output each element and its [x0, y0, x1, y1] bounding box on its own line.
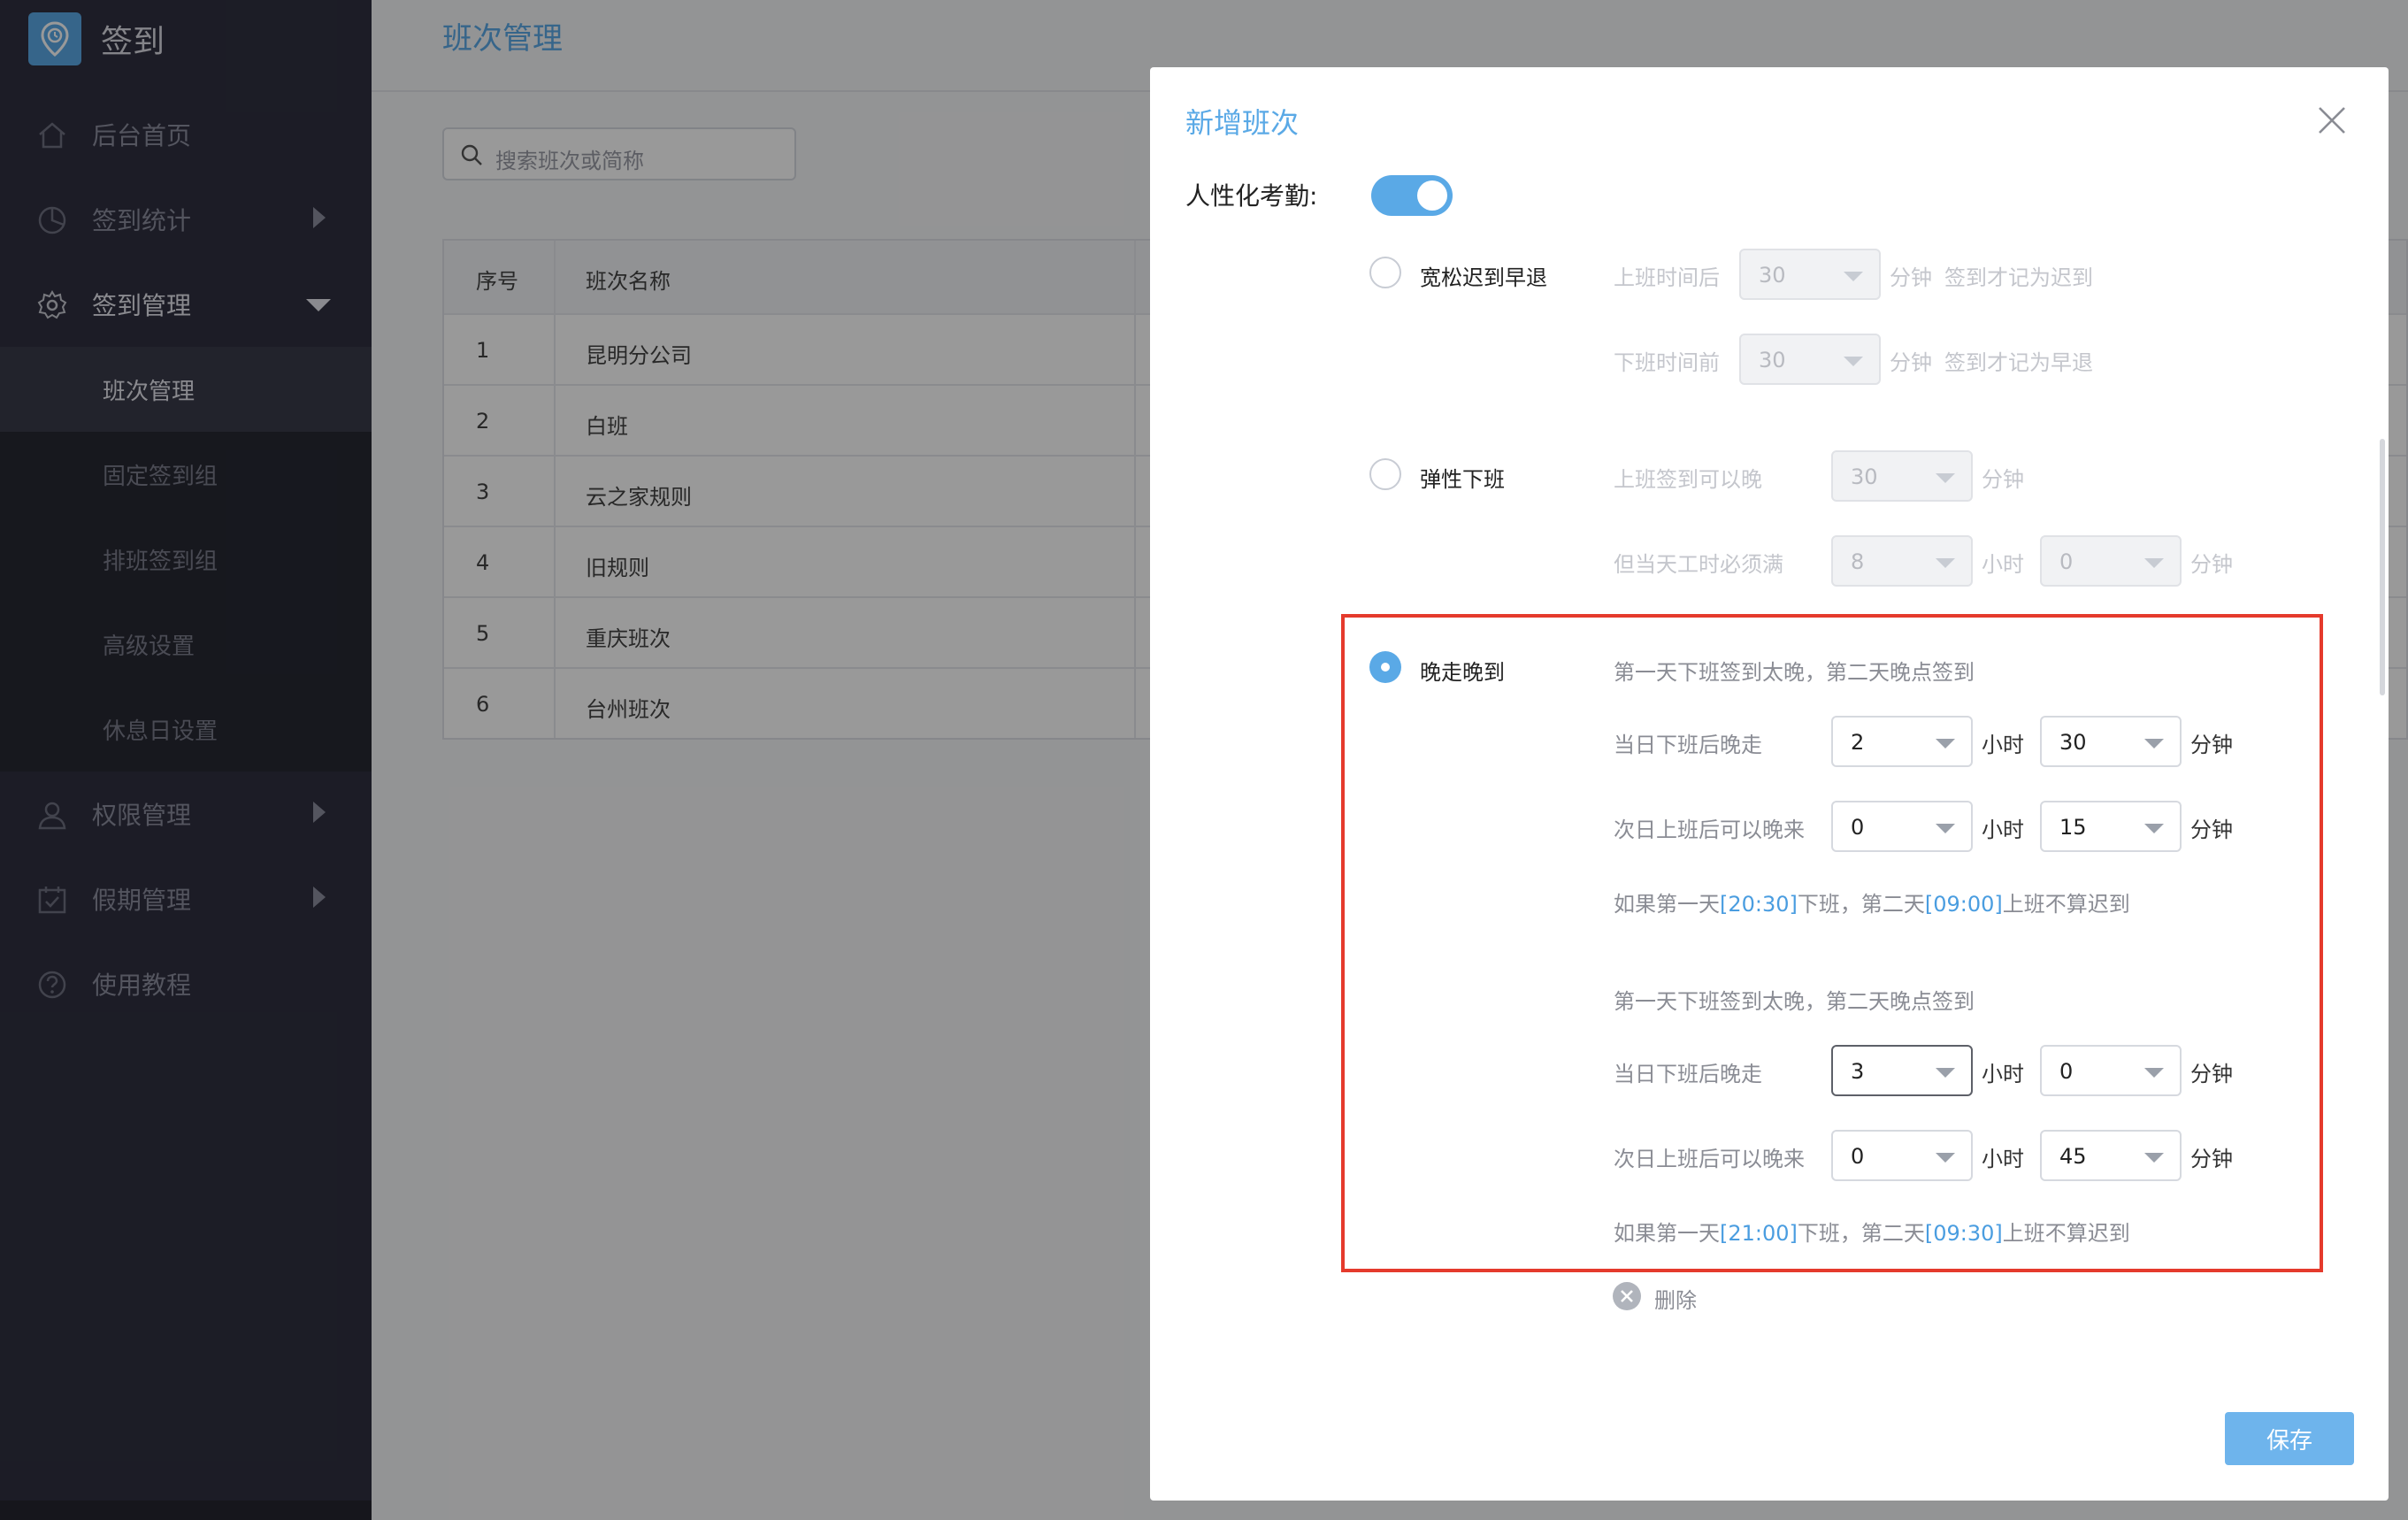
- chevron-down-icon: [2144, 739, 2164, 748]
- close-icon[interactable]: [2316, 104, 2348, 136]
- chevron-down-icon: [2144, 824, 2164, 833]
- humanized-attendance-toggle[interactable]: [1371, 175, 1453, 216]
- save-button[interactable]: 保存: [2225, 1412, 2354, 1465]
- unit-minute: 分钟: [1890, 350, 1932, 375]
- unit-minute: 分钟: [2190, 1062, 2233, 1086]
- leave-late-minutes-select[interactable]: 30: [2040, 716, 2182, 767]
- flexible-off-label: 弹性下班: [1420, 467, 1505, 492]
- early-rule-text: 签到才记为早退: [1944, 350, 2093, 375]
- chevron-down-icon: [1936, 473, 1955, 483]
- chevron-down-icon: [1936, 558, 1955, 568]
- arrive-late-minutes-select[interactable]: 45: [2040, 1130, 2182, 1181]
- dialog-scrollbar[interactable]: [2380, 439, 2385, 695]
- add-shift-dialog: 新增班次 人性化考勤: 宽松迟到早退 上班时间后 30 分钟 签到才记为迟到 下…: [1150, 67, 2389, 1501]
- rule-summary: 如果第一天[20:30]下班，第二天[09:00]上班不算迟到: [1614, 892, 2130, 917]
- chevron-down-icon: [1844, 272, 1863, 281]
- delete-rule-button[interactable]: 删除: [1654, 1283, 1697, 1314]
- lenient-late-early-radio[interactable]: [1369, 257, 1401, 288]
- delete-icon[interactable]: [1612, 1281, 1642, 1311]
- dialog-title: 新增班次: [1185, 106, 1300, 140]
- late-leave-late-arrive-radio[interactable]: [1369, 651, 1401, 683]
- unit-minute: 分钟: [2190, 733, 2233, 757]
- before-end-label: 下班时间前: [1614, 350, 1720, 375]
- lenient-late-early-label: 宽松迟到早退: [1420, 265, 1547, 290]
- chevron-down-icon: [1844, 357, 1863, 366]
- leave-late-label: 当日下班后晚走: [1614, 1062, 1762, 1086]
- late-minutes-select[interactable]: 30: [1739, 249, 1881, 300]
- unit-hour: 小时: [1982, 1147, 2024, 1171]
- unit-hour: 小时: [1982, 1062, 2024, 1086]
- min-work-hours-label: 但当天工时必须满: [1614, 552, 1783, 577]
- after-start-label: 上班时间后: [1614, 265, 1720, 290]
- flex-late-minutes-select[interactable]: 30: [1831, 450, 1973, 502]
- unit-minute: 分钟: [1982, 467, 2024, 492]
- arrive-late-hours-select[interactable]: 0: [1831, 1130, 1973, 1181]
- late-start-allowed-label: 上班签到可以晚: [1614, 467, 1762, 492]
- rule-description: 第一天下班签到太晚，第二天晚点签到: [1614, 989, 1975, 1014]
- leave-late-hours-select[interactable]: 3: [1831, 1045, 1973, 1096]
- chevron-down-icon: [1936, 824, 1955, 833]
- late-leave-late-arrive-label: 晚走晚到: [1420, 660, 1505, 685]
- toggle-knob: [1417, 180, 1447, 211]
- leave-late-label: 当日下班后晚走: [1614, 733, 1762, 757]
- unit-minute: 分钟: [2190, 1147, 2233, 1171]
- chevron-down-icon: [1936, 1153, 1955, 1163]
- arrive-late-minutes-select[interactable]: 15: [2040, 801, 2182, 852]
- rule-description: 第一天下班签到太晚，第二天晚点签到: [1614, 660, 1975, 685]
- rule-summary: 如果第一天[21:00]下班，第二天[09:30]上班不算迟到: [1614, 1221, 2130, 1246]
- unit-minute: 分钟: [2190, 552, 2233, 577]
- flexible-off-radio[interactable]: [1369, 458, 1401, 490]
- arrive-late-label: 次日上班后可以晚来: [1614, 818, 1805, 842]
- leave-late-hours-select[interactable]: 2: [1831, 716, 1973, 767]
- arrive-late-hours-select[interactable]: 0: [1831, 801, 1973, 852]
- chevron-down-icon: [1936, 1068, 1955, 1078]
- chevron-down-icon: [2144, 1153, 2164, 1163]
- unit-hour: 小时: [1982, 552, 2024, 577]
- early-minutes-select[interactable]: 30: [1739, 334, 1881, 385]
- unit-minute: 分钟: [1890, 265, 1932, 290]
- work-minutes-select[interactable]: 0: [2040, 535, 2182, 587]
- chevron-down-icon: [2144, 1068, 2164, 1078]
- humanized-attendance-label: 人性化考勤:: [1185, 181, 1318, 211]
- chevron-down-icon: [2144, 558, 2164, 568]
- unit-minute: 分钟: [2190, 818, 2233, 842]
- leave-late-minutes-select[interactable]: 0: [2040, 1045, 2182, 1096]
- work-hours-select[interactable]: 8: [1831, 535, 1973, 587]
- late-rule-text: 签到才记为迟到: [1944, 265, 2093, 290]
- unit-hour: 小时: [1982, 733, 2024, 757]
- unit-hour: 小时: [1982, 818, 2024, 842]
- arrive-late-label: 次日上班后可以晚来: [1614, 1147, 1805, 1171]
- chevron-down-icon: [1936, 739, 1955, 748]
